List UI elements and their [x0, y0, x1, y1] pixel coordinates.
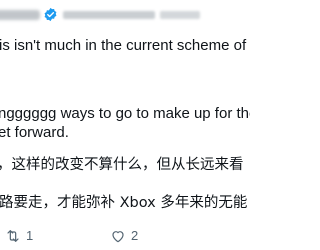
heart-icon[interactable] — [110, 228, 126, 244]
tweet-text-line-3: et forward. — [0, 124, 69, 141]
like-count: 2 — [131, 228, 139, 243]
retweet-count: 1 — [26, 228, 34, 243]
tweet-card: is isn't much in the current scheme of n… — [0, 0, 250, 250]
display-name-redacted[interactable] — [0, 10, 40, 20]
tweet-text-line-4: ，这样的改变不算什么，但从长远来看 — [0, 157, 244, 173]
tweet-text-line-5: 路要走，才能弥补 Xbox 多年来的无能 — [0, 195, 248, 211]
handle-redacted-tail — [160, 11, 200, 19]
tweet-action-bar: 1 2 — [0, 226, 250, 246]
tweet-text-line-1: is isn't much in the current scheme of — [0, 37, 247, 54]
tweet-header — [0, 6, 250, 24]
retweet-icon[interactable] — [5, 228, 21, 244]
verified-badge-icon — [44, 7, 57, 22]
handle-redacted[interactable] — [63, 11, 155, 19]
tweet-text-line-2: ngggggg ways to go to make up for the — [0, 105, 250, 122]
